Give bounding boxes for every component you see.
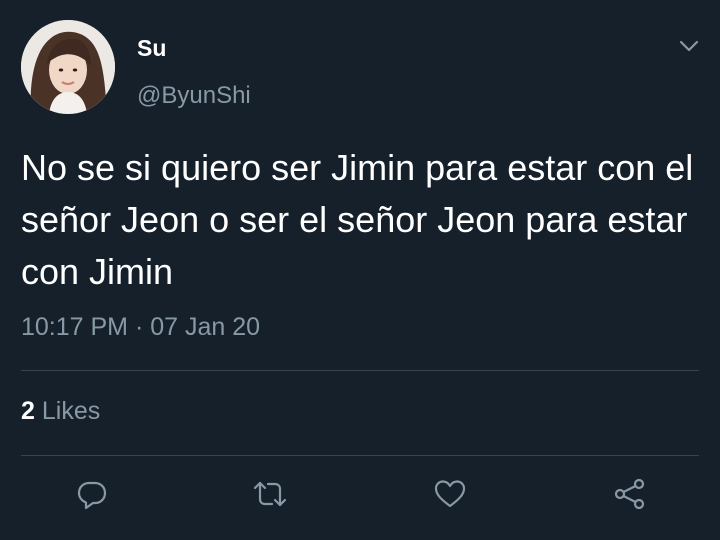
retweet-arrows-icon	[253, 481, 287, 507]
like-button[interactable]	[430, 474, 470, 514]
share-nodes-icon	[614, 478, 645, 510]
likes-stat[interactable]: 2 Likes	[21, 397, 100, 426]
tweet-card: Su @ByunShi No se si quiero ser Jimin pa…	[0, 0, 720, 540]
retweet-button[interactable]	[250, 474, 290, 514]
divider	[21, 370, 699, 371]
share-button[interactable]	[610, 474, 650, 514]
user-handle[interactable]: @ByunShi	[137, 82, 251, 110]
likes-label: Likes	[41, 397, 101, 425]
reply-button[interactable]	[72, 474, 112, 514]
reply-bubble-icon	[77, 481, 107, 510]
avatar[interactable]	[21, 20, 115, 114]
avatar-photo-icon	[21, 20, 115, 114]
display-name[interactable]: Su	[137, 35, 166, 62]
likes-count: 2	[21, 397, 35, 425]
divider	[21, 455, 699, 456]
heart-icon	[434, 480, 466, 508]
tweet-text: No se si quiero ser Jimin para estar con…	[21, 147, 694, 292]
tweet-timestamp[interactable]: 10:17 PM · 07 Jan 20	[21, 313, 260, 342]
chevron-down-icon[interactable]	[674, 34, 704, 58]
